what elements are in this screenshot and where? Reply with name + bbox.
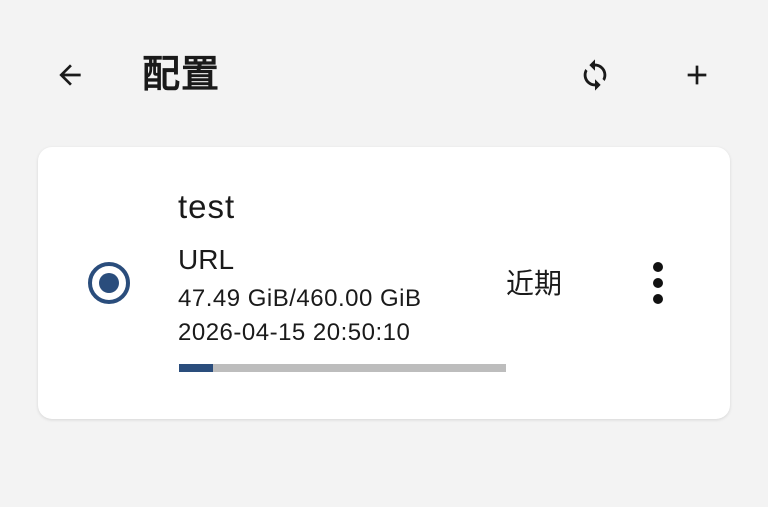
update-time-label: 近期 [506, 268, 563, 299]
usage-progress-bar [179, 364, 506, 372]
add-profile-button[interactable] [669, 47, 725, 103]
more-options-button[interactable] [634, 255, 682, 311]
more-vertical-icon [653, 262, 663, 304]
sync-icon [583, 59, 607, 91]
page-title: 配置 [142, 54, 221, 96]
app-bar: 配置 [0, 0, 768, 150]
usage-progress-fill [179, 364, 213, 372]
profile-card[interactable]: test URL 47.49 GiB/460.00 GiB 2026-04-15… [38, 147, 730, 419]
profile-select-radio[interactable] [87, 261, 131, 305]
sync-button[interactable] [567, 47, 623, 103]
plus-icon [687, 65, 707, 85]
radio-checked-icon [88, 262, 130, 304]
expire-time: 2026-04-15 20:50:10 [178, 319, 411, 346]
arrow-left-icon [59, 64, 81, 86]
back-button[interactable] [42, 47, 98, 103]
profile-name: test [178, 188, 236, 225]
profile-type: URL [178, 244, 235, 275]
traffic-usage: 47.49 GiB/460.00 GiB [178, 285, 422, 312]
